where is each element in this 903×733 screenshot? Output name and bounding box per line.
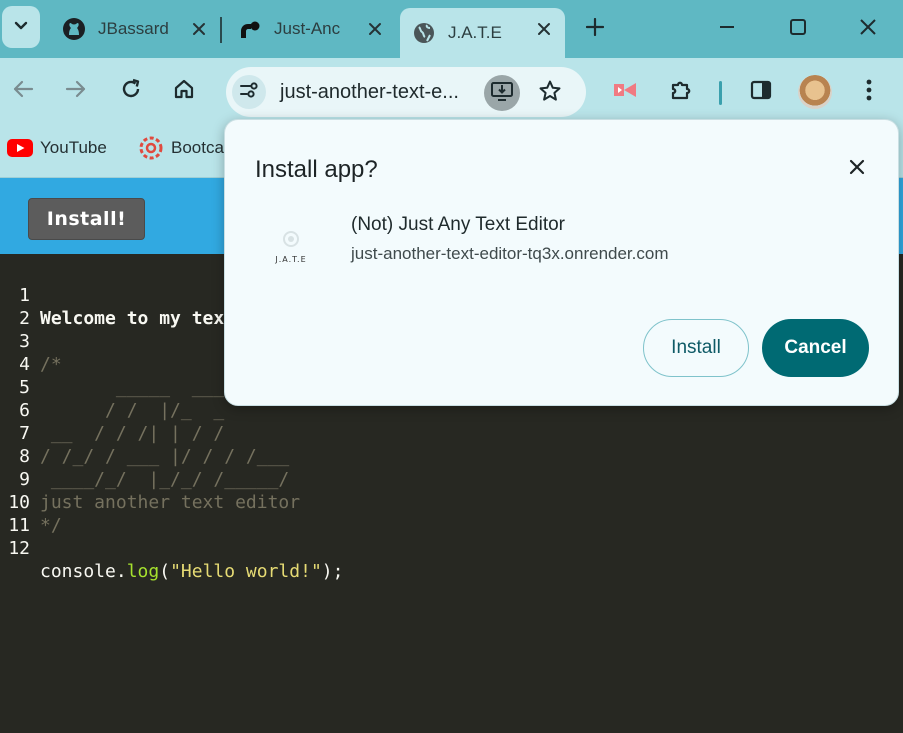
bookmark-bootcamp[interactable]: Bootca bbox=[138, 136, 224, 160]
browser-toolbar: just-another-text-e... bbox=[0, 58, 903, 126]
address-bar[interactable]: just-another-text-e... bbox=[226, 67, 586, 117]
close-tab-icon[interactable] bbox=[533, 18, 555, 40]
side-panel-button[interactable] bbox=[744, 75, 778, 109]
more-vert-icon bbox=[865, 78, 873, 107]
editor-line: 4 _____ ___ bbox=[0, 330, 224, 398]
editor-line: 2 bbox=[0, 284, 43, 329]
bootcamp-icon bbox=[138, 136, 164, 160]
maximize-button[interactable] bbox=[783, 14, 813, 44]
tab-title: Just-Anc bbox=[274, 19, 341, 38]
toolbar-separator bbox=[719, 81, 722, 105]
maximize-icon bbox=[789, 18, 807, 41]
dialog-close-button[interactable] bbox=[842, 154, 872, 184]
tab-title: JBassard bbox=[98, 19, 168, 38]
reload-button[interactable] bbox=[114, 74, 148, 108]
youtube-icon bbox=[7, 138, 33, 158]
tab-separator bbox=[220, 17, 222, 43]
line-number: 12 bbox=[8, 538, 30, 559]
home-button[interactable] bbox=[167, 74, 201, 108]
bookmark-star-button[interactable] bbox=[534, 77, 566, 109]
line-text: __ / / /| | / / bbox=[40, 423, 225, 444]
close-tab-icon[interactable] bbox=[188, 18, 210, 40]
extension-video-button[interactable] bbox=[608, 75, 642, 109]
code-paren-open: ( bbox=[159, 561, 171, 582]
dialog-title: Install app? bbox=[255, 156, 378, 183]
browser-menu-button[interactable] bbox=[852, 75, 886, 109]
app-logo-text: J.A.T.E bbox=[275, 255, 307, 264]
code-dot: . bbox=[115, 561, 127, 582]
chevron-down-icon bbox=[13, 17, 29, 38]
editor-line: 1 Welcome to my text bbox=[0, 261, 235, 329]
code-paren-close: ); bbox=[321, 561, 344, 582]
install-app-dialog: Install app? J.A.T.E (Not) Just Any Text… bbox=[224, 119, 899, 406]
close-icon bbox=[849, 159, 865, 180]
editor-line: 7 / /_/ / ___ |/ / / /___ bbox=[0, 399, 289, 467]
render-icon bbox=[238, 17, 262, 41]
install-button[interactable]: Install! bbox=[28, 198, 145, 240]
app-name: (Not) Just Any Text Editor bbox=[351, 214, 566, 235]
side-panel-icon bbox=[750, 79, 772, 106]
line-text: Welcome to my text bbox=[40, 308, 236, 329]
profile-avatar[interactable] bbox=[798, 75, 832, 109]
github-icon bbox=[62, 17, 86, 41]
bookmark-label: Bootca bbox=[171, 138, 224, 157]
editor-line: 5 / / |/_ _ bbox=[0, 353, 224, 421]
tab-strip: JBassard Just-Anc J.A.T.E bbox=[0, 0, 903, 58]
app-logo-icon bbox=[281, 230, 301, 253]
editor-line: 12 console.log("Hello world!"); bbox=[0, 514, 343, 582]
back-button[interactable] bbox=[6, 74, 40, 108]
arrow-right-icon bbox=[65, 78, 87, 105]
site-info-button[interactable] bbox=[232, 75, 266, 109]
dialog-install-button[interactable]: Install bbox=[643, 319, 749, 377]
tab-search-button[interactable] bbox=[2, 6, 40, 48]
tab-title: J.A.T.E bbox=[448, 23, 502, 42]
close-window-button[interactable] bbox=[853, 14, 883, 44]
line-text: / /_/ / ___ |/ / / /___ bbox=[40, 446, 290, 467]
bookmark-youtube[interactable]: YouTube bbox=[7, 138, 107, 158]
globe-icon bbox=[412, 21, 436, 45]
code-string: "Hello world!" bbox=[170, 561, 322, 582]
editor-line: 9 just another text editor bbox=[0, 445, 300, 513]
dialog-cancel-button[interactable]: Cancel bbox=[762, 319, 869, 377]
install-desktop-icon bbox=[490, 80, 514, 107]
line-text: ____/_/ |_/_/ /_____/ bbox=[40, 469, 290, 490]
forward-button[interactable] bbox=[59, 74, 93, 108]
star-icon bbox=[538, 79, 562, 108]
arrow-left-icon bbox=[12, 78, 34, 105]
editor-line: 6 __ / / /| | / / bbox=[0, 376, 224, 444]
home-icon bbox=[173, 78, 195, 105]
tune-icon bbox=[239, 81, 259, 104]
install-app-button[interactable] bbox=[484, 75, 520, 111]
editor-line: 8 ____/_/ |_/_/ /_____/ bbox=[0, 422, 289, 490]
new-tab-button[interactable] bbox=[582, 16, 608, 42]
app-logo: J.A.T.E bbox=[269, 225, 313, 269]
editor-line: 10 */ bbox=[0, 468, 61, 536]
minimize-icon bbox=[718, 18, 736, 41]
minimize-button[interactable] bbox=[712, 14, 742, 44]
line-text: just another text editor bbox=[40, 492, 301, 513]
app-origin: just-another-text-editor-tq3x.onrender.c… bbox=[351, 244, 669, 263]
close-icon bbox=[859, 18, 877, 41]
tab-jbassard[interactable]: JBassard bbox=[50, 8, 220, 50]
line-text: / / |/_ _ bbox=[40, 400, 225, 421]
line-text: _____ ___ bbox=[40, 377, 225, 398]
url-text: just-another-text-e... bbox=[280, 81, 459, 103]
code-object: console bbox=[40, 561, 116, 582]
bookmark-label: YouTube bbox=[40, 138, 107, 157]
close-tab-icon[interactable] bbox=[364, 18, 386, 40]
tab-just-another[interactable]: Just-Anc bbox=[226, 8, 396, 50]
puzzle-icon bbox=[669, 78, 693, 107]
video-recorder-icon bbox=[612, 80, 638, 105]
line-text: console.log("Hello world!"); bbox=[40, 560, 343, 583]
plus-icon bbox=[585, 17, 605, 41]
editor-line: 3 /* bbox=[0, 307, 62, 375]
extensions-button[interactable] bbox=[664, 75, 698, 109]
reload-icon bbox=[120, 78, 142, 105]
code-function: log bbox=[126, 561, 160, 582]
tab-jate[interactable]: J.A.T.E bbox=[400, 8, 565, 58]
editor-line: 11 bbox=[0, 491, 43, 536]
